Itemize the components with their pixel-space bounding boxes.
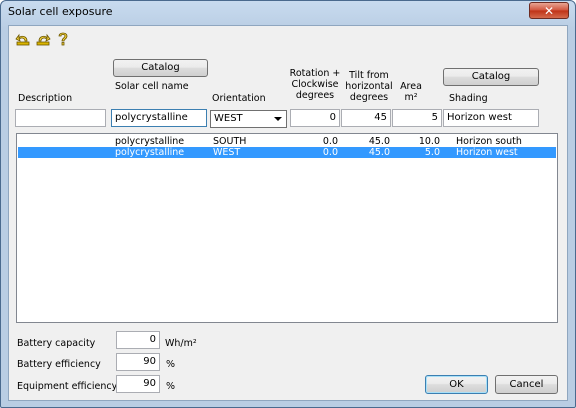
row-rotation: 0.0 [322,136,338,147]
header-tilt-line2: horizontal [345,81,393,92]
header-orientation: Orientation [212,93,266,104]
help-icon[interactable] [55,31,71,47]
catalog-cell-button[interactable]: Catalog [113,59,208,77]
header-rotation: Rotation + Clockwise degrees [285,68,345,101]
header-tilt: Tilt from horizontal degrees [339,70,399,103]
row-area: 5.0 [424,147,440,158]
header-tilt-line1: Tilt from [349,70,389,81]
exposure-list[interactable]: polycrystalline SOUTH 0.0 45.0 10.0 Hori… [16,133,558,323]
header-rotation-line1: Rotation + [289,68,341,79]
battery-capacity-unit: Wh/m² [165,338,197,349]
row-orientation: SOUTH [213,136,247,147]
header-tilt-line3: degrees [349,92,389,103]
header-solar-cell-name: Solar cell name [115,81,189,92]
equipment-efficiency-input[interactable]: 90 [116,375,160,393]
ok-button[interactable]: OK [425,375,488,394]
header-rotation-line2: Clockwise [291,79,339,90]
area-input[interactable]: 5 [392,109,442,127]
shading-input[interactable]: Horizon west [443,109,539,127]
row-tilt: 45.0 [368,136,390,147]
row-tilt: 45.0 [368,147,390,158]
row-name: polycrystalline [115,136,185,147]
header-area-line2: m² [404,92,418,103]
tilt-input[interactable]: 45 [341,109,391,127]
solar-cell-name-input[interactable]: polycrystalline [111,109,207,127]
battery-capacity-input[interactable]: 0 [116,331,160,349]
header-description: Description [18,93,73,104]
list-row-selected[interactable]: polycrystalline WEST 0.0 45.0 5.0 Horizo… [18,147,556,158]
orientation-select[interactable]: WEST [210,110,287,128]
row-orientation: WEST [213,147,241,158]
equipment-efficiency-label: Equipment efficiency [17,381,118,392]
header-area: Area m² [396,81,426,103]
header-area-line1: Area [400,81,422,92]
battery-efficiency-unit: % [166,359,176,370]
battery-efficiency-label: Battery efficiency [17,359,101,370]
row-shading: Horizon west [456,147,518,158]
close-button[interactable]: ✕ [529,2,569,19]
header-shading: Shading [449,93,488,104]
redo-icon[interactable] [35,31,51,47]
dialog-client: Catalog Catalog Description Solar cell n… [8,25,568,401]
row-area: 10.0 [418,136,440,147]
row-name: polycrystalline [115,147,185,158]
header-rotation-line3: degrees [295,90,335,101]
title-bar[interactable]: Solar cell exposure ✕ [1,1,575,23]
row-rotation: 0.0 [322,147,338,158]
description-input[interactable] [15,109,106,127]
dialog-window: Solar cell exposure ✕ Catalog Catalog De… [0,0,576,408]
battery-capacity-label: Battery capacity [17,338,96,349]
cancel-button[interactable]: Cancel [495,375,558,394]
catalog-shading-button[interactable]: Catalog [443,68,539,86]
equipment-efficiency-unit: % [166,381,176,392]
chevron-down-icon [274,117,282,121]
list-row[interactable]: polycrystalline SOUTH 0.0 45.0 10.0 Hori… [18,136,556,147]
orientation-value: WEST [214,113,243,124]
undo-icon[interactable] [15,31,31,47]
battery-efficiency-input[interactable]: 90 [116,353,160,371]
row-shading: Horizon south [456,136,522,147]
window-title: Solar cell exposure [8,5,113,18]
rotation-input[interactable]: 0 [290,109,340,127]
